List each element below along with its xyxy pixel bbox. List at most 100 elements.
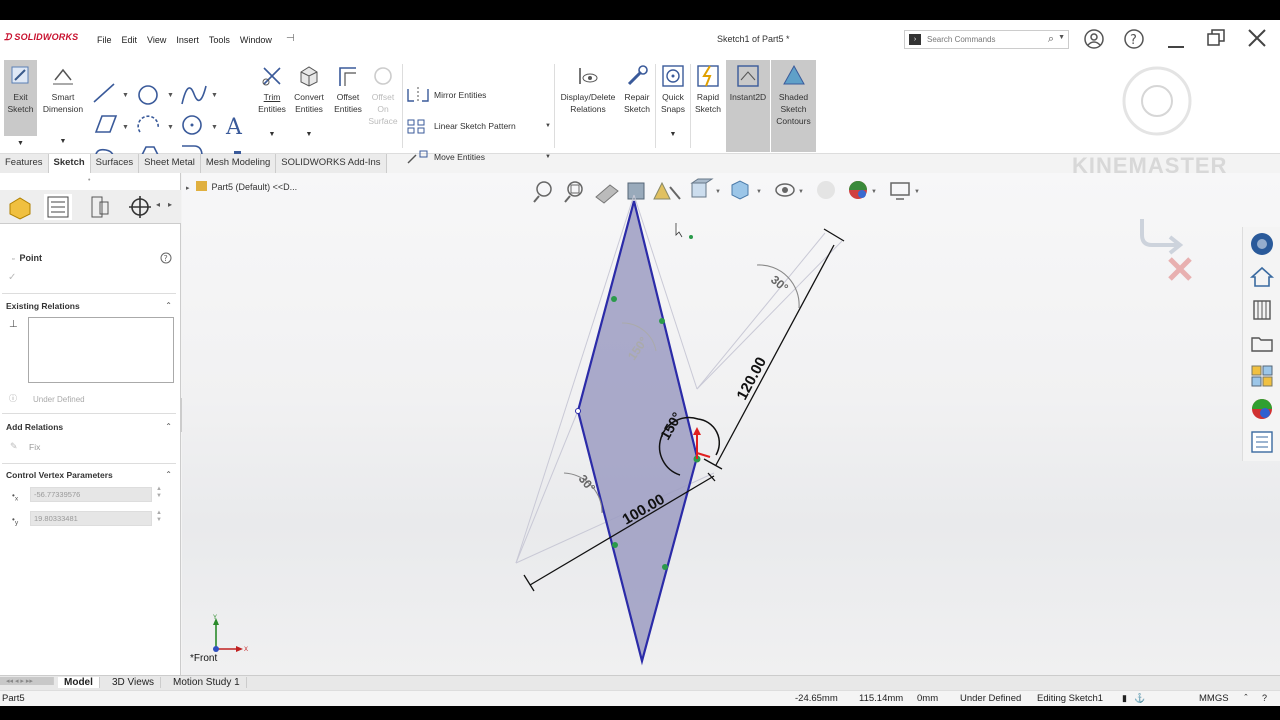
arrow-head bbox=[693, 427, 701, 435]
dimxpert-icon[interactable] bbox=[126, 194, 154, 220]
menu-insert[interactable]: Insert bbox=[176, 35, 199, 45]
trim-entities-button[interactable]: Trim Entities ▼ bbox=[255, 60, 289, 152]
chevron-left-icon[interactable]: ◂ bbox=[156, 200, 160, 209]
divider bbox=[2, 293, 176, 294]
mirror-entities-button[interactable]: Mirror Entities bbox=[406, 87, 486, 103]
linear-pattern-dropdown[interactable]: ▼ bbox=[545, 123, 551, 129]
tab-3d-views[interactable]: 3D Views bbox=[106, 677, 162, 688]
menu-window[interactable]: Window bbox=[240, 35, 272, 45]
close-icon[interactable] bbox=[1247, 28, 1267, 53]
y-spinner[interactable]: ▲ ▼ bbox=[156, 510, 162, 524]
add-relations-header[interactable]: Add Relations bbox=[6, 422, 63, 432]
menu-file[interactable]: File bbox=[97, 35, 112, 45]
offset-entities-button[interactable]: Offset Entities bbox=[330, 60, 366, 152]
tab-model[interactable]: Model bbox=[58, 677, 100, 688]
control-vertex-header[interactable]: Control Vertex Parameters bbox=[6, 470, 113, 480]
title-bar: ᗪ SOLIDWORKS File Edit View Insert Tools… bbox=[0, 20, 1280, 60]
tab-surfaces[interactable]: Surfaces bbox=[90, 154, 140, 173]
shaded-sketch-contours-button[interactable]: Shaded Sketch Contours bbox=[771, 60, 816, 152]
display-delete-relations-button[interactable]: Display/Delete Relations bbox=[557, 60, 619, 152]
units-dropdown-icon[interactable]: ⌃ bbox=[1243, 693, 1249, 701]
svg-text:?: ? bbox=[164, 254, 168, 263]
sketch-canvas[interactable]: 120.00 100.00 150° 30° 30° 150° bbox=[182, 173, 1280, 675]
configuration-manager-icon[interactable] bbox=[86, 194, 114, 220]
midpoint-marker bbox=[612, 542, 618, 548]
existing-relations-list[interactable] bbox=[28, 317, 174, 383]
custom-properties-icon[interactable] bbox=[1249, 429, 1275, 455]
rebuild-icon[interactable]: ▮ bbox=[1122, 693, 1127, 704]
collapse-icon[interactable]: ⌃ bbox=[165, 470, 172, 479]
status-units[interactable]: MMGS bbox=[1199, 693, 1229, 704]
search-icon[interactable]: ⌕ bbox=[1048, 33, 1054, 46]
convert-dropdown[interactable]: ▼ bbox=[291, 129, 327, 141]
move-entities-button[interactable]: Move Entities ▼ bbox=[406, 149, 551, 165]
graphics-area[interactable]: ▸ Part5 (Default) <<D... ▼ ▼ ▼ ▼ ▼ 120.0… bbox=[182, 173, 1280, 675]
shaded-label-2: Sketch bbox=[780, 104, 807, 114]
quick-snaps-button[interactable]: Quick Snaps ▼ bbox=[657, 60, 689, 152]
tab-features[interactable]: Features bbox=[0, 154, 49, 173]
x-spinner[interactable]: ▲ ▼ bbox=[156, 486, 162, 500]
tab-motion-study[interactable]: Motion Study 1 bbox=[167, 677, 247, 688]
search-commands-input[interactable]: › Search Commands ⌕ ▼ bbox=[904, 30, 1069, 49]
exit-sketch-dropdown[interactable]: ▼ bbox=[4, 136, 37, 152]
fix-relation-option[interactable]: Fix bbox=[29, 442, 40, 452]
smart-dimension-button[interactable]: Smart Dimension ▼ bbox=[40, 60, 86, 152]
property-manager: • ◂ ▸ ▫ Point ? ✓ Existing Relations ⌃ ⊥ … bbox=[0, 173, 181, 675]
quick-snaps-dropdown[interactable]: ▼ bbox=[657, 129, 689, 141]
move-dropdown[interactable]: ▼ bbox=[545, 154, 551, 160]
panel-grip[interactable]: • bbox=[88, 177, 90, 184]
tab-mesh-modeling[interactable]: Mesh Modeling bbox=[200, 154, 277, 173]
tab-sheet-metal[interactable]: Sheet Metal bbox=[139, 154, 201, 173]
x-coordinate-field[interactable]: -56.77339576 bbox=[30, 487, 152, 502]
trim-dropdown[interactable]: ▼ bbox=[255, 129, 289, 141]
property-manager-icon[interactable] bbox=[44, 194, 72, 220]
y-coordinate-field[interactable]: 19.80333481 bbox=[30, 511, 152, 526]
collapse-icon[interactable]: ⌃ bbox=[165, 422, 172, 431]
menu-view[interactable]: View bbox=[147, 35, 166, 45]
offset-on-surface-button[interactable]: Offset On Surface bbox=[367, 60, 399, 152]
help-icon[interactable]: ? bbox=[160, 252, 172, 264]
separator bbox=[655, 64, 656, 148]
tab-solidworks-add-ins[interactable]: SOLIDWORKS Add-Ins bbox=[276, 154, 387, 173]
instant2d-button[interactable]: Instant2D bbox=[726, 60, 770, 152]
smart-dimension-dropdown[interactable]: ▼ bbox=[40, 136, 86, 148]
rapid-sketch-button[interactable]: Rapid Sketch bbox=[692, 60, 724, 152]
chevron-right-icon[interactable]: ▸ bbox=[168, 200, 172, 209]
quick-snaps-icon bbox=[662, 65, 684, 87]
solidworks-resources-icon[interactable] bbox=[1249, 231, 1275, 257]
user-account-icon[interactable] bbox=[1083, 28, 1105, 55]
menu-tools[interactable]: Tools bbox=[209, 35, 230, 45]
tab-scroll-arrows[interactable]: ◂◂ ◂ ▸ ▸▸ bbox=[0, 677, 54, 685]
construction-line bbox=[515, 412, 578, 564]
lock-icon[interactable]: ⚓ bbox=[1134, 693, 1145, 704]
view-palette-icon[interactable] bbox=[1249, 363, 1275, 389]
feature-manager-icon[interactable] bbox=[6, 194, 34, 220]
svg-text:▼: ▼ bbox=[122, 124, 129, 131]
repair-icon bbox=[627, 65, 648, 86]
repair-sketch-button[interactable]: Repair Sketch bbox=[621, 60, 653, 152]
appearances-icon[interactable] bbox=[1249, 396, 1275, 422]
home-icon[interactable] bbox=[1249, 264, 1275, 290]
chevron-down-icon[interactable]: ▼ bbox=[1058, 34, 1065, 41]
file-explorer-icon[interactable] bbox=[1249, 330, 1275, 356]
menu-bar: File Edit View Insert Tools Window bbox=[97, 35, 272, 45]
existing-relations-header[interactable]: Existing Relations bbox=[6, 301, 80, 311]
menu-edit[interactable]: Edit bbox=[122, 35, 138, 45]
collapse-icon[interactable]: ⌃ bbox=[165, 301, 172, 310]
midpoint-marker bbox=[662, 564, 668, 570]
restore-icon[interactable] bbox=[1206, 28, 1226, 53]
minimize-icon[interactable] bbox=[1168, 34, 1184, 54]
angle-top-text: 30° bbox=[768, 273, 791, 296]
pin-icon[interactable]: ⊣ bbox=[286, 33, 295, 44]
help-icon[interactable]: ? bbox=[1123, 28, 1145, 55]
exit-sketch-button[interactable]: Exit Sketch ▼ bbox=[4, 60, 37, 152]
convert-entities-button[interactable]: Convert Entities ▼ bbox=[291, 60, 327, 152]
design-library-icon[interactable] bbox=[1249, 297, 1275, 323]
help-status-icon[interactable]: ? bbox=[1262, 693, 1267, 703]
view-orientation-label: *Front bbox=[190, 653, 218, 664]
instant2d-label: Instant2D bbox=[729, 92, 767, 102]
ok-check-icon[interactable]: ✓ bbox=[8, 272, 16, 283]
linear-sketch-pattern-button[interactable]: Linear Sketch Pattern ▼ bbox=[406, 118, 551, 134]
solidworks-logo[interactable]: ᗪ SOLIDWORKS bbox=[4, 32, 78, 43]
tab-sketch[interactable]: Sketch bbox=[48, 154, 91, 173]
